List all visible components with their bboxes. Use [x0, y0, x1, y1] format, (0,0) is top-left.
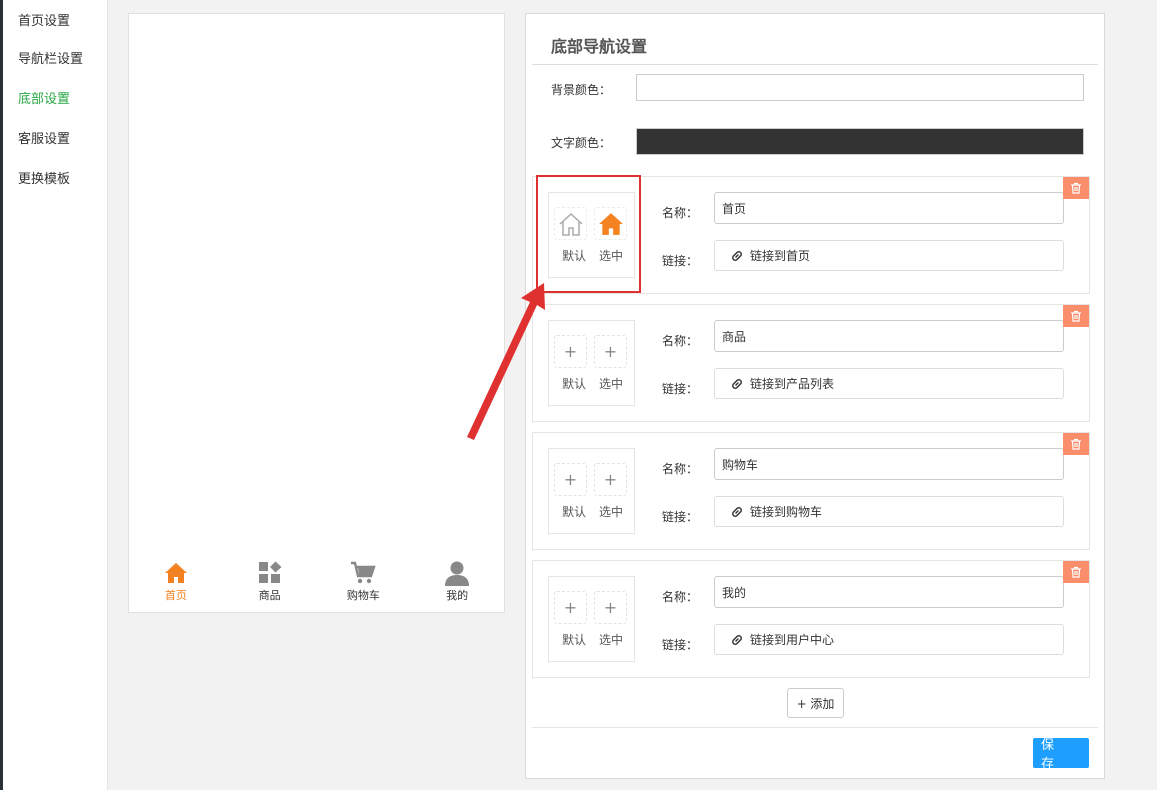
plus-icon: + [563, 342, 578, 361]
selected-label: 选中 [599, 633, 624, 647]
delete-item-button[interactable] [1063, 561, 1089, 583]
trash-icon [1071, 566, 1081, 578]
preview-tab-mine[interactable]: 我的 [410, 560, 504, 608]
plus-icon: + [603, 598, 618, 617]
nav-item-card: + + 默认 选中 名称： 链接： 链接到产品列表 [532, 304, 1090, 422]
nav-name-input[interactable] [714, 320, 1064, 352]
preview-tab-cart[interactable]: 购物车 [317, 560, 411, 608]
nav-item-card: + + 默认 选中 名称： 链接： 链接到购物车 [532, 432, 1090, 550]
text-color-input[interactable] [636, 128, 1084, 155]
link-text: 链接到首页 [750, 249, 811, 263]
plus-icon: + [563, 470, 578, 489]
name-label: 名称： [662, 334, 699, 348]
sidebar-item-footer-settings[interactable]: 底部设置 [3, 80, 107, 120]
icon-picker: + + 默认 选中 [548, 576, 635, 662]
preview-tab-label: 商品 [258, 589, 281, 602]
link-text: 链接到产品列表 [750, 377, 835, 391]
delete-item-button[interactable] [1063, 433, 1089, 455]
trash-icon [1071, 310, 1081, 322]
nav-name-input[interactable] [714, 192, 1064, 224]
footer-nav-settings-panel: 底部导航设置 背景颜色： 文字颜色： 默认 选中 名称： 链接： 链接到首页 [525, 13, 1105, 779]
phone-preview: 首页 商品 购物车 我的 [128, 13, 505, 613]
name-label: 名称： [662, 462, 699, 476]
preview-tabbar: 首页 商品 购物车 我的 [129, 560, 504, 608]
divider [532, 64, 1098, 65]
sidebar-item-service-settings[interactable]: 客服设置 [3, 120, 107, 160]
default-label: 默认 [562, 249, 587, 263]
default-icon-slot[interactable] [554, 207, 587, 240]
selected-icon-slot[interactable]: + [594, 463, 627, 496]
link-icon [732, 250, 742, 261]
link-icon [732, 378, 742, 389]
plus-icon: + [603, 342, 618, 361]
home-outline-icon [558, 212, 583, 236]
selected-label: 选中 [599, 505, 624, 519]
bg-color-label: 背景颜色： [551, 83, 612, 97]
selected-icon-slot[interactable]: + [594, 335, 627, 368]
link-text: 链接到购物车 [750, 505, 823, 519]
default-label: 默认 [562, 633, 587, 647]
name-label: 名称： [662, 590, 699, 604]
save-button[interactable]: 保 存 [1033, 738, 1089, 772]
default-label: 默认 [562, 505, 587, 519]
text-color-label: 文字颜色： [551, 136, 612, 150]
link-label: 链接： [662, 382, 699, 396]
preview-tab-label: 首页 [164, 589, 187, 602]
icon-picker: + + 默认 选中 [548, 448, 635, 534]
sidebar-item-navbar-settings[interactable]: 导航栏设置 [3, 40, 107, 80]
add-nav-item-button[interactable]: + 添加 [787, 688, 844, 718]
plus-icon: + [603, 470, 618, 489]
selected-icon-slot[interactable]: + [594, 591, 627, 624]
trash-icon [1071, 438, 1081, 450]
preview-tab-label: 我的 [446, 589, 469, 602]
divider [532, 727, 1098, 728]
link-text: 链接到用户中心 [750, 633, 835, 647]
nav-item-card: + + 默认 选中 名称： 链接： 链接到用户中心 [532, 560, 1090, 678]
link-label: 链接： [662, 638, 699, 652]
trash-icon [1071, 182, 1081, 194]
link-label: 链接： [662, 254, 699, 268]
nav-link-selector[interactable]: 链接到首页 [714, 240, 1064, 271]
settings-sidebar: 首页设置 导航栏设置 底部设置 客服设置 更换模板 [3, 0, 108, 790]
nav-item-card: 默认 选中 名称： 链接： 链接到首页 [532, 176, 1090, 294]
link-icon [732, 506, 742, 517]
cart-icon [350, 560, 377, 586]
name-label: 名称： [662, 206, 699, 220]
nav-link-selector[interactable]: 链接到购物车 [714, 496, 1064, 527]
default-icon-slot[interactable]: + [554, 463, 587, 496]
preview-tab-home[interactable]: 首页 [129, 560, 223, 608]
bg-color-input[interactable] [636, 74, 1084, 101]
panel-title: 底部导航设置 [551, 37, 648, 56]
sidebar-item-home-settings[interactable]: 首页设置 [3, 0, 107, 40]
preview-tab-goods[interactable]: 商品 [223, 560, 317, 608]
default-icon-slot[interactable]: + [554, 335, 587, 368]
preview-tab-label: 购物车 [346, 589, 380, 602]
default-label: 默认 [562, 377, 587, 391]
icon-picker: 默认 选中 [548, 192, 635, 278]
icon-picker: + + 默认 选中 [548, 320, 635, 406]
grid-icon [257, 560, 283, 586]
sidebar-item-change-template[interactable]: 更换模板 [3, 160, 107, 200]
plus-icon: + [563, 598, 578, 617]
selected-icon-slot[interactable] [594, 207, 627, 240]
delete-item-button[interactable] [1063, 177, 1089, 199]
selected-label: 选中 [599, 377, 624, 391]
nav-name-input[interactable] [714, 576, 1064, 608]
user-icon [444, 560, 470, 586]
default-icon-slot[interactable]: + [554, 591, 587, 624]
home-icon [598, 212, 623, 235]
delete-item-button[interactable] [1063, 305, 1089, 327]
nav-link-selector[interactable]: 链接到用户中心 [714, 624, 1064, 655]
nav-name-input[interactable] [714, 448, 1064, 480]
home-icon [163, 560, 189, 586]
nav-link-selector[interactable]: 链接到产品列表 [714, 368, 1064, 399]
link-icon [732, 634, 742, 645]
link-label: 链接： [662, 510, 699, 524]
selected-label: 选中 [599, 249, 624, 263]
